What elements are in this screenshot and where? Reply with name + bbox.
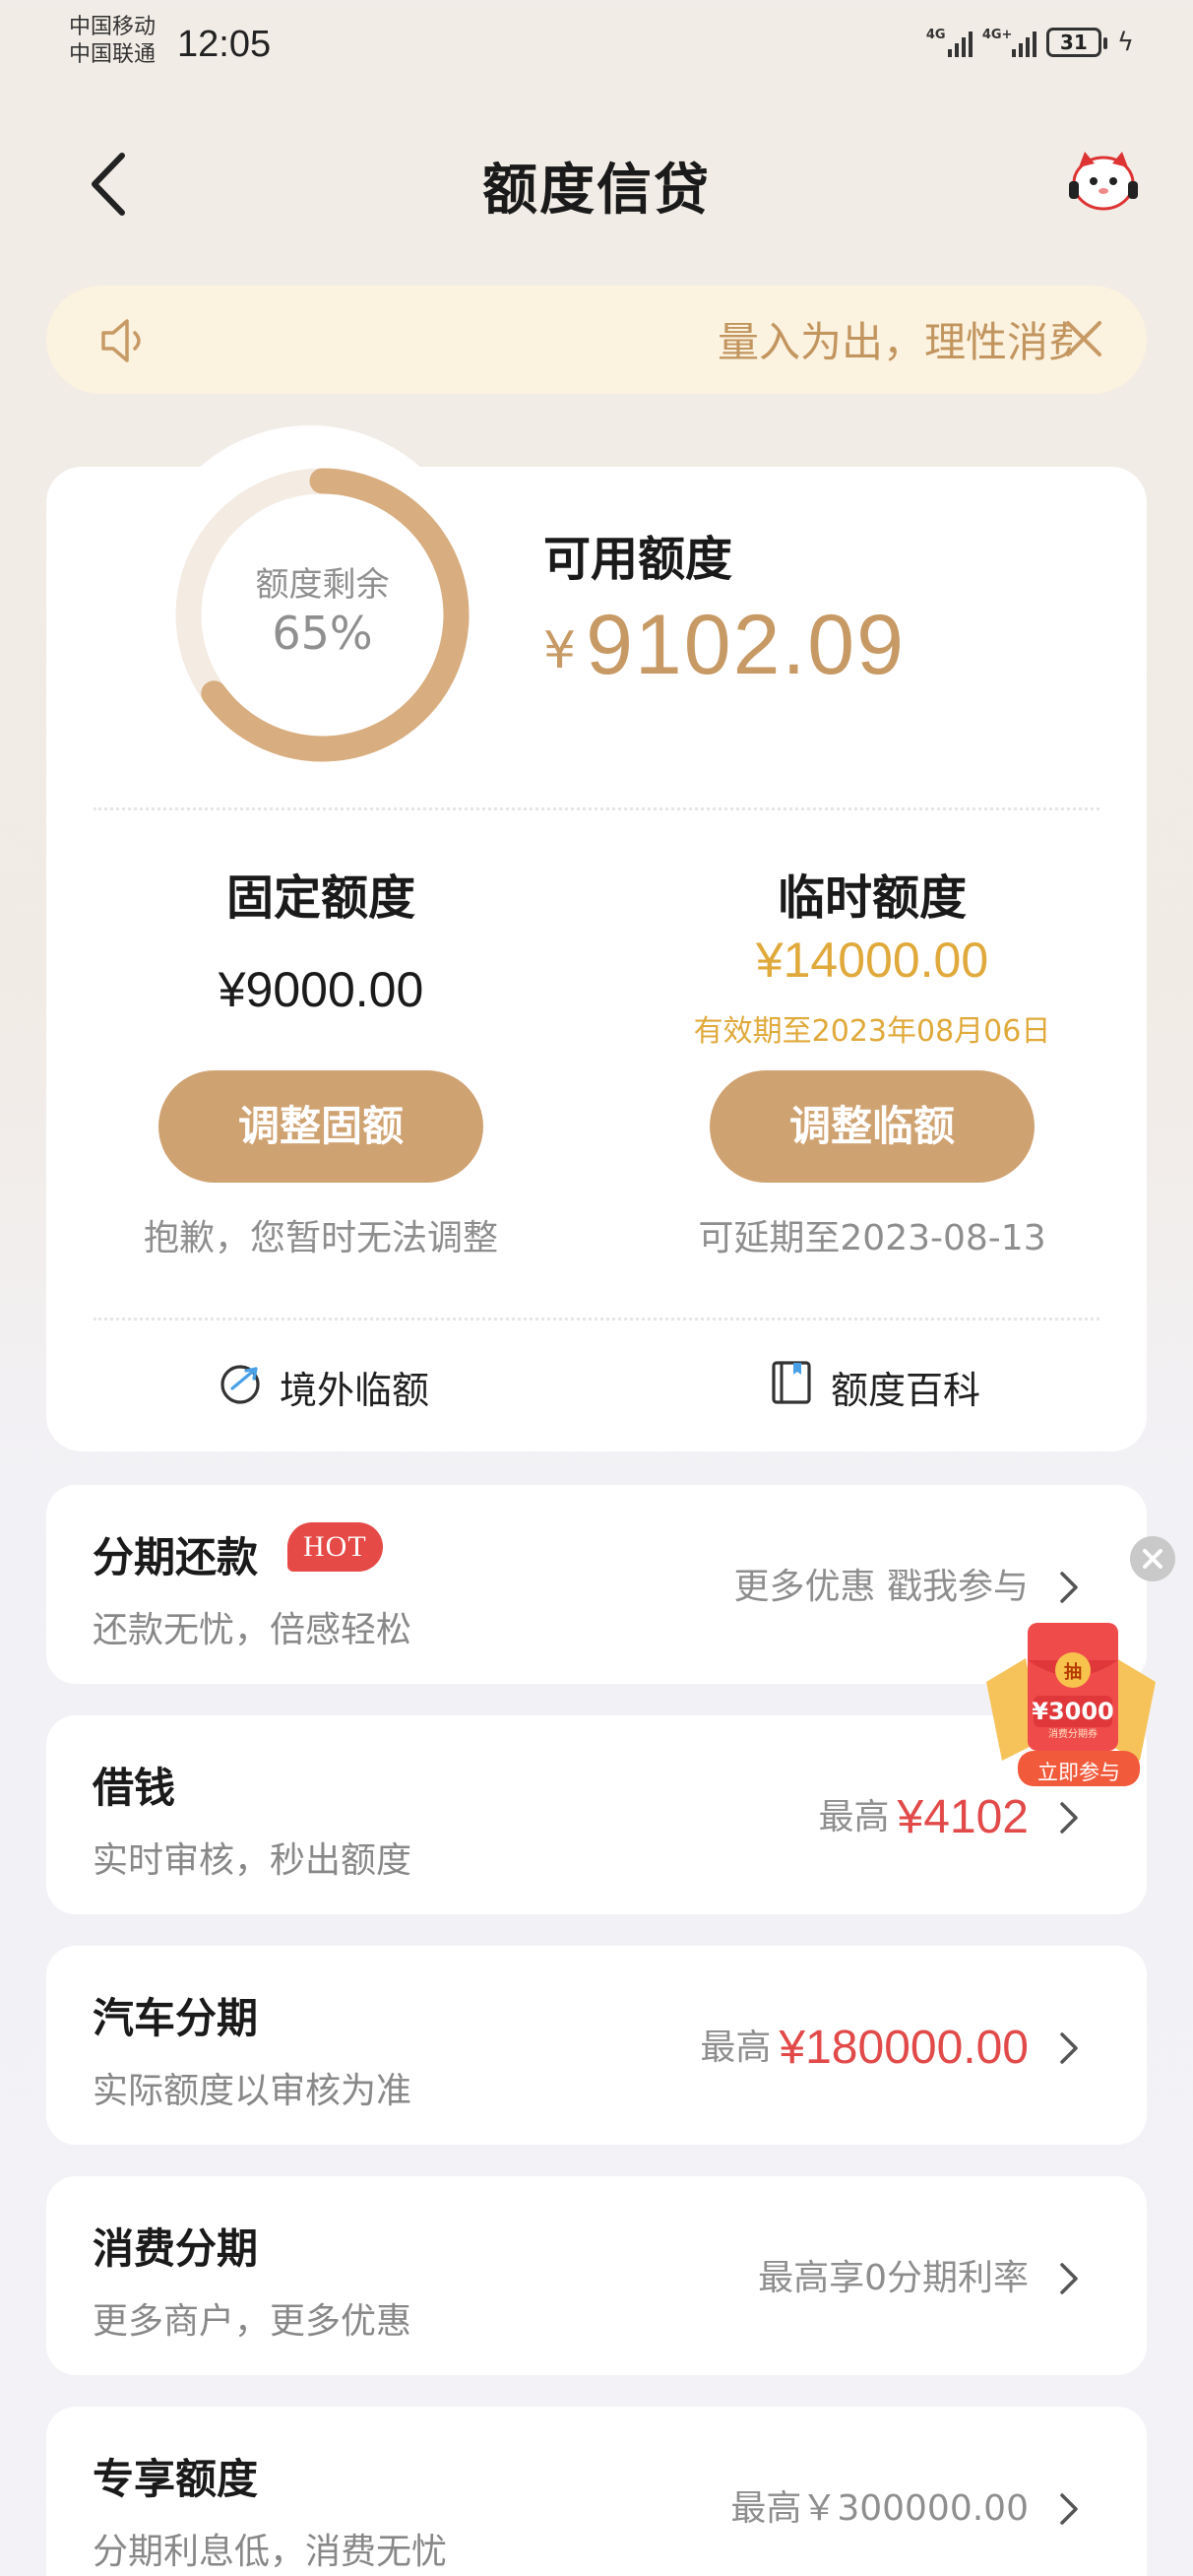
- list-item-subtitle: 还款无忧，倍感轻松: [93, 1610, 412, 1650]
- credit-wiki-link[interactable]: 额度百科: [768, 1359, 980, 1415]
- hot-badge: HOT: [287, 1522, 383, 1572]
- list-item-right-text: 最高￥300000.00: [730, 2488, 1029, 2529]
- fixed-amount: ¥9000.00: [218, 962, 424, 1017]
- available-value: 9102.09: [586, 598, 906, 692]
- list-item-right: 最高 ¥4102: [819, 1788, 1030, 1844]
- list-item-right: 最高￥300000.00: [730, 2479, 1029, 2531]
- divider: [94, 1318, 1099, 1320]
- list-item-right-text: 最高享0分期利率: [758, 2258, 1029, 2298]
- battery-icon: 31: [1045, 28, 1107, 57]
- status-icons: 4G 4G+ 31 ϟ: [926, 28, 1134, 57]
- list-item-title: 专享额度: [93, 2455, 259, 2503]
- fixed-title: 固定额度: [225, 870, 415, 926]
- list-item-right-prefix: 最高: [818, 1797, 890, 1837]
- carrier-1: 中国移动: [69, 15, 157, 39]
- available-amount: ¥9102.09: [543, 597, 906, 694]
- list-item-title: 分期还款: [93, 1533, 259, 1581]
- list-item-title: 消费分期: [93, 2224, 259, 2273]
- overseas-label: 境外临额: [280, 1369, 430, 1412]
- ring-label: 额度剩余: [255, 565, 390, 605]
- temp-amount: ¥14000.00: [755, 933, 989, 988]
- promo-cta: 立即参与: [1037, 1761, 1120, 1784]
- globe-plane-icon: [217, 1359, 264, 1415]
- chevron-right-icon: [1058, 2491, 1080, 2527]
- list-item-title: 汽车分期: [93, 1994, 259, 2042]
- list-item-right: 更多优惠 戳我参与: [734, 1558, 1029, 1609]
- temp-note: 可延期至2023-08-13: [698, 1218, 1046, 1258]
- list-item-right-prefix: 最高: [700, 2028, 772, 2068]
- list-item-subtitle: 更多商户，更多优惠: [93, 2301, 412, 2342]
- list-item-right-value: ¥180000.00: [779, 2022, 1029, 2074]
- overseas-temp-link[interactable]: 境外临额: [217, 1359, 429, 1415]
- chevron-right-icon: [1058, 1570, 1080, 1605]
- list-item-right: 最高 ¥180000.00: [700, 2019, 1029, 2075]
- book-icon: [768, 1359, 815, 1415]
- status-time: 12:05: [177, 24, 272, 65]
- signal-icon-2: 4G+: [982, 28, 1036, 57]
- list-item-exclusive-credit[interactable]: 专享额度 分期利息低，消费无忧 最高￥300000.00: [46, 2407, 1147, 2576]
- charging-icon: ϟ: [1116, 28, 1134, 57]
- adjust-fixed-button[interactable]: 调整固额: [158, 1070, 483, 1183]
- notice-text: 量入为出，理性消费: [718, 318, 1072, 366]
- signal-icon-1: 4G: [926, 28, 973, 57]
- currency-symbol: ¥: [543, 621, 577, 680]
- list-item-right: 最高享0分期利率: [758, 2249, 1029, 2300]
- promo-amount: ¥3000: [1032, 1698, 1114, 1725]
- carrier-labels: 中国移动 中国联通: [69, 14, 156, 69]
- chevron-right-icon: [1058, 2030, 1080, 2066]
- available-label: 可用额度: [543, 532, 733, 587]
- temp-title: 临时额度: [777, 870, 967, 926]
- list-item-consumer-installment[interactable]: 消费分期 更多商户，更多优惠 最高享0分期利率: [46, 2176, 1147, 2375]
- mascot-service-icon[interactable]: [1065, 148, 1142, 213]
- adjust-temp-button[interactable]: 调整临额: [710, 1070, 1035, 1183]
- promo-tag: 抽: [1064, 1662, 1082, 1683]
- promo-close-icon[interactable]: [1130, 1536, 1175, 1581]
- carrier-2: 中国联通: [69, 42, 157, 67]
- list-item-right-value: ¥4102: [897, 1791, 1029, 1843]
- promo-small: 消费分期券: [1048, 1729, 1098, 1740]
- close-icon[interactable]: [1062, 317, 1105, 360]
- promo-red-envelope[interactable]: 抽 ¥3000 消费分期券 立即参与: [982, 1623, 1160, 1790]
- list-item-subtitle: 实际额度以审核为准: [93, 2071, 412, 2111]
- chevron-right-icon: [1058, 1800, 1080, 1835]
- fixed-note: 抱歉，您暂时无法调整: [143, 1218, 498, 1258]
- list-item-right-text: 更多优惠 戳我参与: [733, 1567, 1029, 1607]
- list-item-title: 借钱: [93, 1764, 176, 1812]
- wiki-label: 额度百科: [831, 1369, 981, 1412]
- speaker-icon: [97, 313, 153, 368]
- notice-bar: 量入为出，理性消费: [46, 286, 1147, 394]
- list-item-car-installment[interactable]: 汽车分期 实际额度以审核为准 最高 ¥180000.00: [46, 1946, 1147, 2145]
- page-title: 额度信贷: [482, 159, 711, 223]
- ring-percent: 65%: [272, 607, 373, 660]
- chevron-right-icon: [1058, 2261, 1080, 2296]
- list-item-subtitle: 实时审核，秒出额度: [93, 1840, 412, 1881]
- list-item-subtitle: 分期利息低，消费无忧: [93, 2532, 448, 2572]
- divider: [94, 807, 1099, 810]
- temp-valid-until: 有效期至2023年08月06日: [693, 1014, 1051, 1049]
